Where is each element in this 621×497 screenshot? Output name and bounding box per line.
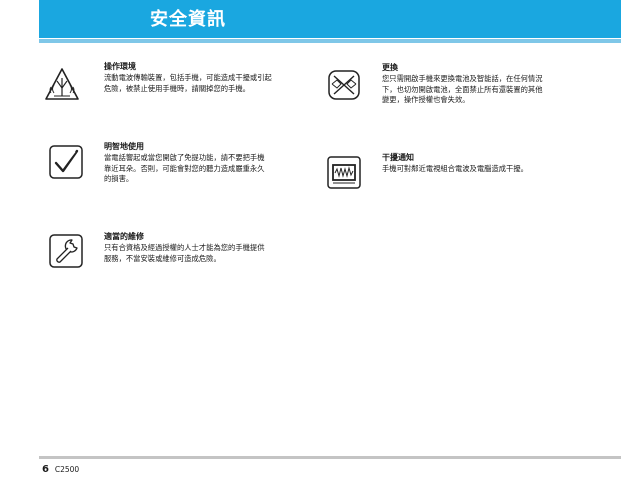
page-number: 6 bbox=[42, 464, 49, 475]
header-bar bbox=[39, 0, 621, 38]
footer-divider bbox=[39, 456, 621, 459]
safety-item-use-wisely: 明智地使用 當電話響起或當您開啟了免提功能，請不要把手機 靠近耳朵。否則，可能會… bbox=[104, 141, 294, 185]
vehicle-interference-icon bbox=[44, 66, 80, 102]
item-title: 干擾通知 bbox=[382, 153, 414, 162]
item-body: 只有合資格及經過授權的人士才能為您的手機提供 服務，不當安裝或維修可造成危險。 bbox=[104, 243, 265, 263]
item-title: 更換 bbox=[382, 63, 398, 72]
item-body: 當電話響起或當您開啟了免提功能，請不要把手機 靠近耳朵。否則，可能會對您的聽力造… bbox=[104, 153, 265, 183]
no-tampering-icon bbox=[326, 67, 362, 103]
safety-item-replacement: 更換 您只需開啟手機來更換電池及智能話，在任何情況 下，也切勿開啟電池，全面禁止… bbox=[382, 62, 572, 106]
item-title: 適當的維修 bbox=[104, 232, 144, 241]
item-body: 手機可對鄰近電視組合電波及電腦造成干擾。 bbox=[382, 164, 528, 173]
monitor-icon bbox=[326, 154, 362, 190]
item-title: 明智地使用 bbox=[104, 142, 144, 151]
page-title: 安全資訊 bbox=[150, 9, 226, 30]
checkmark-icon bbox=[48, 144, 84, 180]
item-body: 流動電波傳輸裝置，包括手機，可能造成干擾或引起 危險，被禁止使用手機時，請關掉您… bbox=[104, 73, 272, 93]
item-title: 操作環境 bbox=[104, 62, 136, 71]
page-footer: 6 C2500 bbox=[42, 464, 79, 476]
header-underline bbox=[39, 39, 621, 43]
wrench-icon bbox=[48, 233, 84, 269]
safety-item-maintenance: 適當的維修 只有合資格及經過授權的人士才能為您的手機提供 服務，不當安裝或維修可… bbox=[104, 231, 294, 264]
safety-item-environment: 操作環境 流動電波傳輸裝置，包括手機，可能造成干擾或引起 危險，被禁止使用手機時… bbox=[104, 61, 294, 94]
safety-item-interference: 干擾通知 手機可對鄰近電視組合電波及電腦造成干擾。 bbox=[382, 152, 572, 175]
model-name: C2500 bbox=[54, 465, 80, 474]
item-body: 您只需開啟手機來更換電池及智能話，在任何情況 下，也切勿開啟電池，全面禁止所有還… bbox=[382, 74, 543, 104]
